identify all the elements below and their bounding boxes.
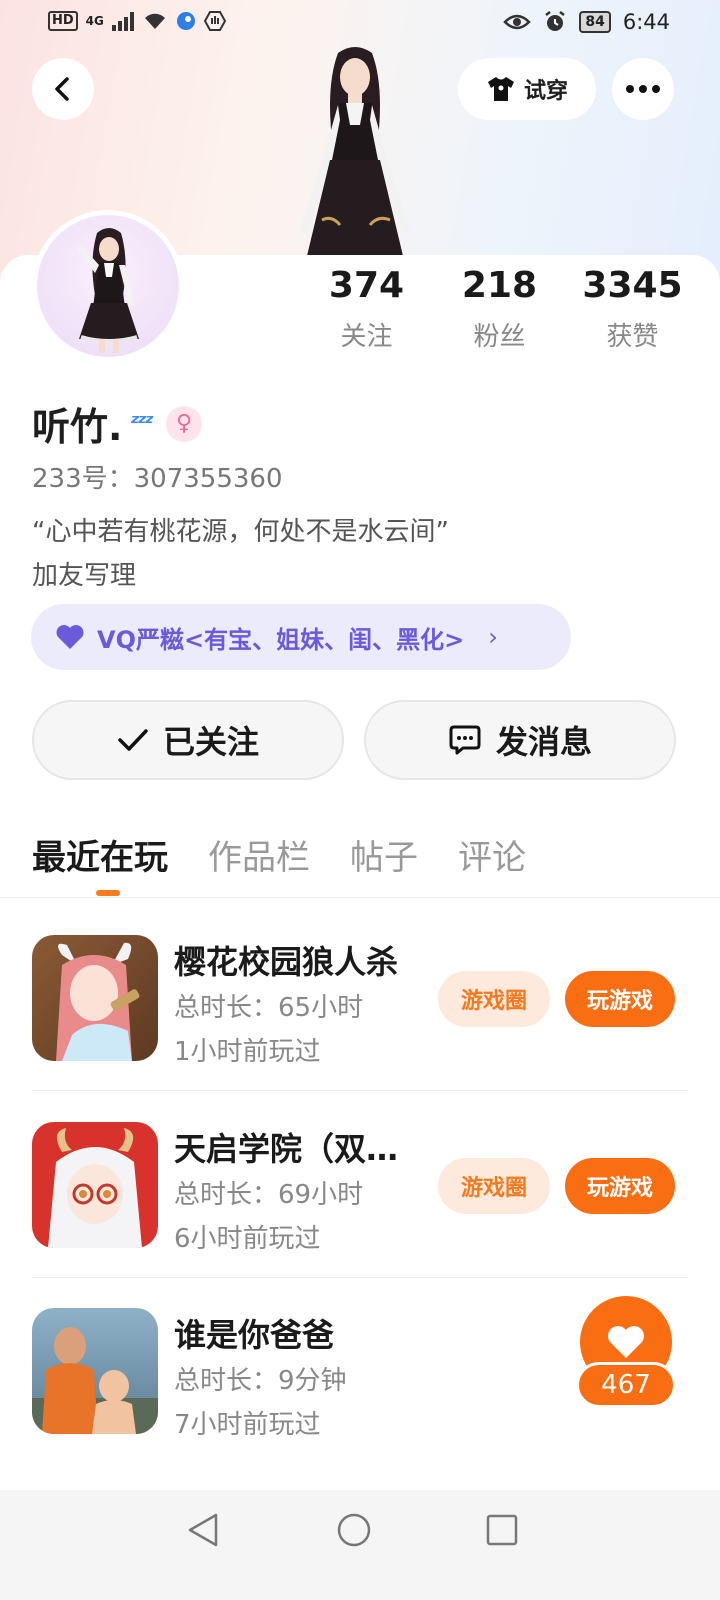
game-title: 谁是你爸爸: [174, 1316, 335, 1354]
user-name-row: 听竹. ᶻᶻᶻ ♀: [32, 396, 202, 451]
profile-tabs: 最近在玩 作品栏 帖子 评论: [32, 830, 526, 879]
following-label: 关注: [340, 322, 393, 352]
clock: 6:44: [622, 10, 670, 34]
game-circle-button[interactable]: 游戏圈: [438, 971, 550, 1027]
send-message-button[interactable]: 发消息: [364, 700, 676, 780]
followers-label: 粉丝: [473, 322, 526, 352]
alarm-icon: [545, 11, 566, 31]
tab-works[interactable]: 作品栏: [208, 830, 310, 879]
club-badge[interactable]: VQ严糍<有宝、姐妹、闺、黑化> ›: [31, 604, 571, 670]
female-gender-icon: ♀: [166, 405, 202, 442]
game-list-item[interactable]: 天启学院（双… 总时长：69小时 6小时前玩过 游戏圈 玩游戏: [32, 1122, 688, 1254]
browser-app-icon: [176, 12, 195, 30]
game-last-played: 7小时前玩过: [174, 1410, 321, 1440]
chevron-right-icon: ›: [488, 623, 498, 651]
profile-stats: 374 关注 218 粉丝 3345 获赞: [300, 262, 700, 353]
followed-label: 已关注: [162, 723, 259, 761]
game-playtime: 总时长：69小时: [174, 1180, 364, 1210]
game-playtime: 总时长：9分钟: [174, 1366, 347, 1396]
game-last-played: 1小时前玩过: [174, 1037, 321, 1067]
divider: [32, 1090, 688, 1091]
chat-bubble-icon: [449, 725, 481, 755]
battery-indicator: 84: [579, 11, 611, 33]
avatar[interactable]: [32, 210, 184, 362]
heart-icon: [608, 1326, 644, 1358]
likes-count: 3345: [582, 265, 683, 306]
chevron-left-icon: [55, 77, 69, 101]
tab-comments[interactable]: 评论: [458, 830, 526, 879]
tab-posts[interactable]: 帖子: [350, 830, 418, 879]
status-bar: HD 4G 84 6:44: [0, 0, 720, 50]
send-message-label: 发消息: [495, 723, 592, 761]
followers-count: 218: [461, 265, 538, 306]
game-list-item[interactable]: 樱花校园狼人杀 总时长：65小时 1小时前玩过 游戏圈 玩游戏: [32, 935, 688, 1067]
recents-nav-icon[interactable]: [486, 1514, 518, 1546]
more-dots-icon: [626, 85, 660, 93]
divider: [32, 1277, 688, 1278]
game-playtime: 总时长：65小时: [174, 993, 364, 1023]
play-game-button[interactable]: 玩游戏: [565, 971, 675, 1027]
game-title: 樱花校园狼人杀: [174, 943, 399, 981]
followers-stat[interactable]: 218 粉丝: [433, 262, 566, 353]
play-game-button[interactable]: 玩游戏: [565, 1158, 675, 1214]
avatar-image: [77, 228, 139, 353]
active-tab-indicator: [96, 890, 120, 896]
network-type: 4G: [85, 14, 104, 28]
likes-stat[interactable]: 3345 获赞: [566, 262, 699, 353]
followed-button[interactable]: 已关注: [32, 700, 344, 780]
tshirt-icon: [487, 77, 514, 101]
club-name: VQ严糍<有宝、姐妹、闺、黑化>: [97, 625, 465, 654]
user-id: 233号：307355360: [32, 464, 283, 494]
like-button[interactable]: 467: [576, 1296, 676, 1412]
bio-line-2: 加友写理: [32, 561, 137, 591]
following-count: 374: [328, 265, 405, 306]
system-navigation-bar: [0, 1490, 720, 1600]
game-circle-button[interactable]: 游戏圈: [438, 1158, 550, 1214]
sleeping-zzz-icon: ᶻᶻᶻ: [130, 411, 154, 436]
wifi-icon: [144, 13, 165, 29]
home-nav-icon[interactable]: [336, 1512, 372, 1548]
game-title: 天启学院（双…: [174, 1130, 399, 1168]
check-icon: [118, 729, 148, 751]
heart-icon: [56, 625, 84, 649]
hand-app-icon: [203, 11, 226, 31]
try-on-button[interactable]: 试穿: [458, 58, 596, 120]
signal-icon: [111, 11, 134, 31]
back-nav-icon[interactable]: [186, 1512, 220, 1548]
avatar-figure-image: [300, 47, 410, 260]
user-bio: “心中若有桃花源，何处不是水云间” 加友写理: [32, 510, 449, 598]
tab-recently-played[interactable]: 最近在玩: [32, 830, 168, 879]
hd-indicator: HD: [48, 11, 78, 31]
user-name: 听竹.: [32, 405, 123, 449]
likes-label: 获赞: [606, 322, 659, 352]
try-on-label: 试穿: [523, 79, 568, 104]
game-thumbnail: [32, 1122, 158, 1248]
eye-icon: [503, 14, 532, 30]
back-button[interactable]: [32, 58, 94, 120]
more-button[interactable]: [612, 58, 674, 120]
following-stat[interactable]: 374 关注: [300, 262, 433, 353]
like-count: 467: [576, 1362, 676, 1408]
game-thumbnail: [32, 1308, 158, 1434]
game-thumbnail: [32, 935, 158, 1061]
bio-line-1: “心中若有桃花源，何处不是水云间”: [32, 517, 449, 547]
divider: [0, 897, 720, 898]
game-last-played: 6小时前玩过: [174, 1224, 321, 1254]
